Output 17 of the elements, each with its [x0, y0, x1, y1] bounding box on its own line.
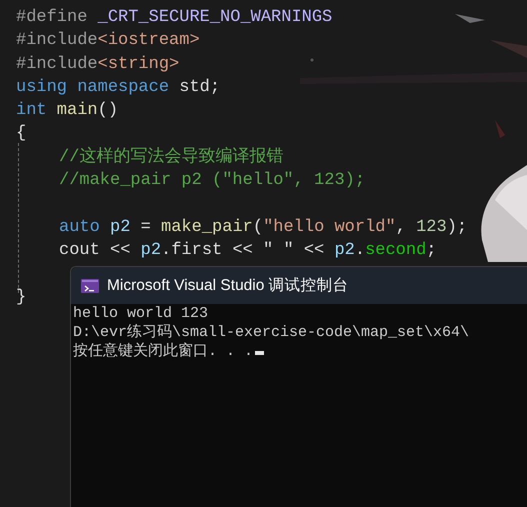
window-title: Microsoft Visual Studio 调试控制台	[107, 276, 349, 296]
code-line: //这样的写法会导致编译报错	[59, 146, 284, 169]
code-line: #define _CRT_SECURE_NO_WARNINGS	[16, 7, 332, 29]
code-line: cout << p2.first << " " << p2.second;	[59, 240, 436, 262]
code-line: #include<string>	[16, 54, 180, 76]
code-line: auto p2 = make_pair("hello world", 123);	[59, 216, 468, 239]
console-output-line: 按任意键关闭此窗口. . .	[73, 343, 254, 360]
code-line: using namespace std;	[16, 76, 220, 99]
code-line: int main()	[16, 100, 118, 122]
code-line: //make_pair p2 ("hello", 123);	[59, 170, 366, 192]
console-output-line: D:\evr练习码\small-exercise-code\map_set\x64\	[73, 324, 470, 341]
text-cursor	[255, 351, 264, 355]
code-line: #include<iostream>	[16, 30, 200, 52]
console-app-icon	[81, 278, 99, 292]
console-output-line: hello world 123	[73, 305, 208, 322]
code-line: }	[16, 286, 26, 309]
code-line: {	[16, 123, 26, 146]
